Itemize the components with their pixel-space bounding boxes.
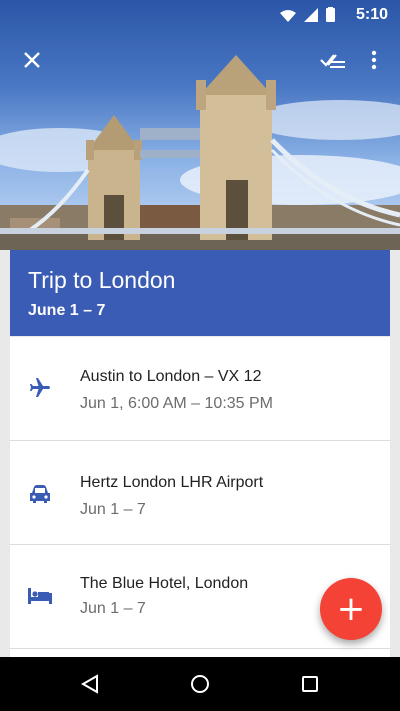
status-icons <box>280 7 335 22</box>
back-button[interactable] <box>70 667 110 701</box>
home-circle-icon <box>191 675 209 693</box>
wifi-icon <box>280 10 296 22</box>
done-all-icon <box>320 54 345 68</box>
trip-title: Trip to London <box>28 267 176 293</box>
hero-image <box>0 0 400 250</box>
close-button[interactable] <box>12 40 52 80</box>
top-actions <box>0 40 400 80</box>
list-item-title: Hertz London LHR Airport <box>80 474 264 491</box>
list-item-title: Austin to London – VX 12 <box>80 368 262 385</box>
back-triangle-icon <box>81 674 98 694</box>
list-item-flight[interactable]: Austin to London – VX 12 Jun 1, 6:00 AM … <box>10 337 390 441</box>
car-icon <box>27 481 53 507</box>
status-time: 5:10 <box>355 6 388 23</box>
more-vert-icon <box>371 50 377 70</box>
list-item-subtitle: Jun 1 – 7 <box>80 501 146 518</box>
add-item-fab[interactable]: + <box>320 578 382 640</box>
system-nav-bar <box>0 657 400 711</box>
list-item-subtitle: Jun 1, 6:00 AM – 10:35 PM <box>80 395 274 412</box>
tower-bridge-illustration <box>0 55 400 250</box>
hotel-icon <box>27 583 53 609</box>
plus-icon: + <box>336 589 366 629</box>
list-item-title: The Blue Hotel, London <box>80 575 249 592</box>
trip-header-card: Trip to London June 1 – 7 <box>10 250 390 336</box>
close-icon <box>24 52 40 68</box>
signal-icon <box>304 8 318 22</box>
list-item-subtitle: Jun 1 – 7 <box>80 600 146 617</box>
recents-square-icon <box>302 676 318 692</box>
airplane-icon <box>27 375 53 401</box>
done-all-button[interactable] <box>314 40 354 80</box>
recents-button[interactable] <box>290 667 330 701</box>
home-button[interactable] <box>180 667 220 701</box>
battery-icon <box>326 8 335 22</box>
more-options-button[interactable] <box>354 40 394 80</box>
status-bar: 5:10 <box>0 0 400 28</box>
trip-dates: June 1 – 7 <box>28 302 106 319</box>
list-item-car[interactable]: Hertz London LHR Airport Jun 1 – 7 <box>10 441 390 545</box>
